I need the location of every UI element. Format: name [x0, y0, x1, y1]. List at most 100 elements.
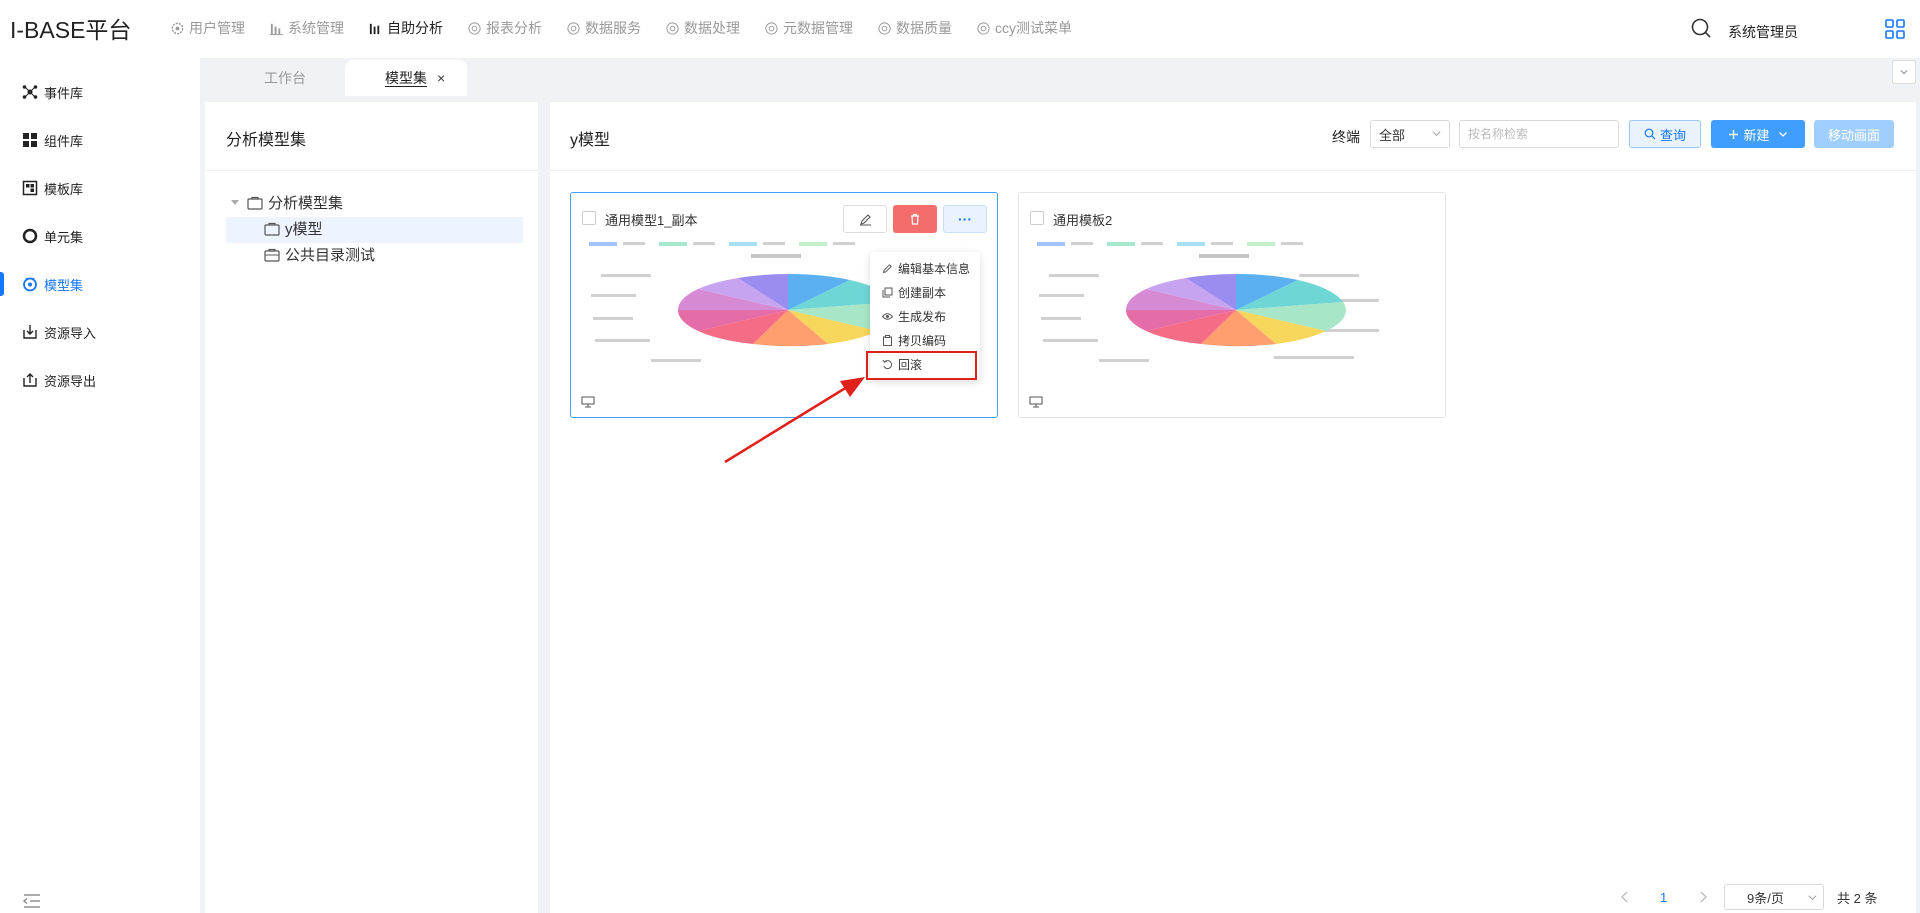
import-icon [23, 325, 37, 339]
divider [205, 170, 538, 171]
nav-user-management[interactable]: 用户管理 [170, 18, 245, 38]
query-button[interactable]: 查询 [1629, 120, 1701, 148]
nav-label: ccy测试菜单 [995, 20, 1072, 36]
network-icon [22, 85, 38, 99]
menu-item-label: 拷贝编码 [898, 333, 947, 348]
page-size-value: 9条/页 [1747, 890, 1784, 906]
nav-label: 用户管理 [189, 20, 245, 36]
tree-node-label: 分析模型集 [268, 195, 344, 212]
sidebar-item-label: 资源导出 [44, 373, 97, 389]
menu-item-copy-code[interactable]: 拷贝编码 [870, 328, 980, 352]
new-button-label: 新建 [1743, 127, 1770, 143]
nav-ccy-test-menu[interactable]: ccy测试菜单 [976, 18, 1072, 38]
card-title: 通用模型1_副本 [605, 213, 698, 228]
nav-label: 数据处理 [684, 20, 740, 36]
tree-node-label: y模型 [285, 221, 323, 238]
next-page-button[interactable] [1698, 884, 1708, 910]
model-tree-panel: 分析模型集 分析模型集 y模型 公共目录测试 [205, 102, 538, 913]
edit-icon [882, 263, 892, 273]
page-title: y模型 [570, 132, 611, 149]
nav-system-management[interactable]: 系统管理 [269, 18, 344, 38]
card-checkbox[interactable] [582, 211, 596, 225]
search-icon[interactable] [1690, 17, 1712, 39]
tree-node-y-model[interactable]: y模型 [264, 218, 323, 239]
sidebar: 事件库 组件库 模板库 单元集 模型集 资源导入 资源导出 [0, 58, 200, 913]
sidebar-item-event-library[interactable]: 事件库 [0, 68, 200, 116]
annotation-highlight-box [866, 351, 977, 380]
divider [550, 170, 1916, 171]
bar-chart-icon [369, 23, 380, 34]
more-button[interactable]: ··· [943, 205, 987, 233]
apps-grid-icon[interactable] [1885, 19, 1905, 39]
monitor-icon [1029, 396, 1043, 408]
chart-thumbnail [1037, 242, 1379, 362]
gear-icon [171, 22, 184, 34]
total-count: 共 2 条 [1837, 890, 1878, 906]
sidebar-item-component-library[interactable]: 组件库 [0, 116, 200, 164]
sidebar-item-resource-import[interactable]: 资源导入 [0, 308, 200, 356]
page-number[interactable]: 1 [1660, 884, 1667, 910]
grid-icon [23, 133, 37, 147]
sidebar-item-model-set[interactable]: 模型集 [0, 260, 200, 308]
menu-item-create-copy[interactable]: 创建副本 [870, 280, 980, 304]
model-card[interactable]: 通用模板2 [1018, 192, 1446, 418]
gear-icon [468, 21, 481, 35]
tab-dropdown-button[interactable] [1892, 60, 1916, 84]
template-icon [22, 180, 38, 196]
terminal-select[interactable]: 全部 [1370, 120, 1450, 148]
edit-icon [859, 213, 871, 225]
menu-item-label: 生成发布 [898, 309, 947, 324]
nav-metadata-management[interactable]: 元数据管理 [764, 18, 853, 38]
close-icon[interactable]: × [437, 70, 445, 86]
nav-data-quality[interactable]: 数据质量 [877, 18, 952, 38]
folder-icon [247, 196, 263, 210]
sidebar-item-resource-export[interactable]: 资源导出 [0, 356, 200, 404]
card-title: 通用模板2 [1053, 213, 1113, 228]
sidebar-item-label: 事件库 [44, 85, 84, 101]
caret-down-icon[interactable] [231, 200, 239, 205]
sidebar-item-label: 模型集 [44, 277, 84, 293]
model-list-panel: y模型 终端 全部 查询 新建 移动画面 通用模型1_副本 ··· [550, 102, 1916, 913]
chevron-left-icon [1621, 891, 1628, 903]
delete-button[interactable] [893, 205, 937, 233]
terminal-filter-label: 终端 [1332, 129, 1360, 145]
sidebar-item-unit-set[interactable]: 单元集 [0, 212, 200, 260]
folder-icon [264, 248, 280, 262]
menu-item-publish[interactable]: 生成发布 [870, 304, 980, 328]
name-search-input[interactable] [1459, 120, 1619, 148]
nav-self-analysis[interactable]: 自助分析 [368, 18, 443, 38]
nav-label: 元数据管理 [783, 20, 853, 36]
tab-workbench[interactable]: 工作台 [230, 60, 340, 96]
gear-icon [977, 21, 990, 35]
annotation-arrow [724, 377, 865, 464]
menu-item-label: 创建副本 [898, 285, 947, 300]
sidebar-item-label: 资源导入 [44, 325, 97, 341]
collapse-sidebar-icon[interactable] [22, 893, 42, 909]
sidebar-item-label: 模板库 [44, 181, 84, 197]
tree-node-label: 公共目录测试 [285, 247, 376, 264]
tab-model-set[interactable]: 模型集 × [345, 60, 467, 96]
nav-data-processing[interactable]: 数据处理 [665, 18, 740, 38]
tree-node-analysis-model-set[interactable]: 分析模型集 [247, 192, 343, 213]
gear-icon [765, 21, 778, 35]
page-size-select[interactable]: 9条/页 [1724, 884, 1824, 910]
prev-page-button[interactable] [1620, 884, 1630, 910]
nav-data-service[interactable]: 数据服务 [566, 18, 641, 38]
menu-item-edit-info[interactable]: 编辑基本信息 [870, 256, 980, 280]
move-screen-button[interactable]: 移动画面 [1814, 120, 1894, 148]
card-checkbox[interactable] [1030, 211, 1044, 225]
edit-button[interactable] [843, 205, 887, 233]
user-name[interactable]: 系统管理员 [1728, 22, 1798, 42]
new-button[interactable]: 新建 [1711, 120, 1805, 148]
top-bar: I-BASE平台 用户管理 系统管理 自助分析 报表分析 数据服务 数据处理 元… [0, 0, 1920, 58]
nav-label: 自助分析 [387, 20, 443, 36]
clipboard-icon [883, 334, 892, 346]
sidebar-item-template-library[interactable]: 模板库 [0, 164, 200, 212]
nav-label: 数据服务 [585, 20, 641, 36]
nav-report-analysis[interactable]: 报表分析 [467, 18, 542, 38]
gear-icon [567, 21, 580, 35]
menu-item-label: 编辑基本信息 [898, 261, 971, 276]
eye-icon [882, 312, 893, 320]
tree-node-public-directory-test[interactable]: 公共目录测试 [264, 244, 375, 265]
panel-title: 分析模型集 [226, 132, 307, 149]
